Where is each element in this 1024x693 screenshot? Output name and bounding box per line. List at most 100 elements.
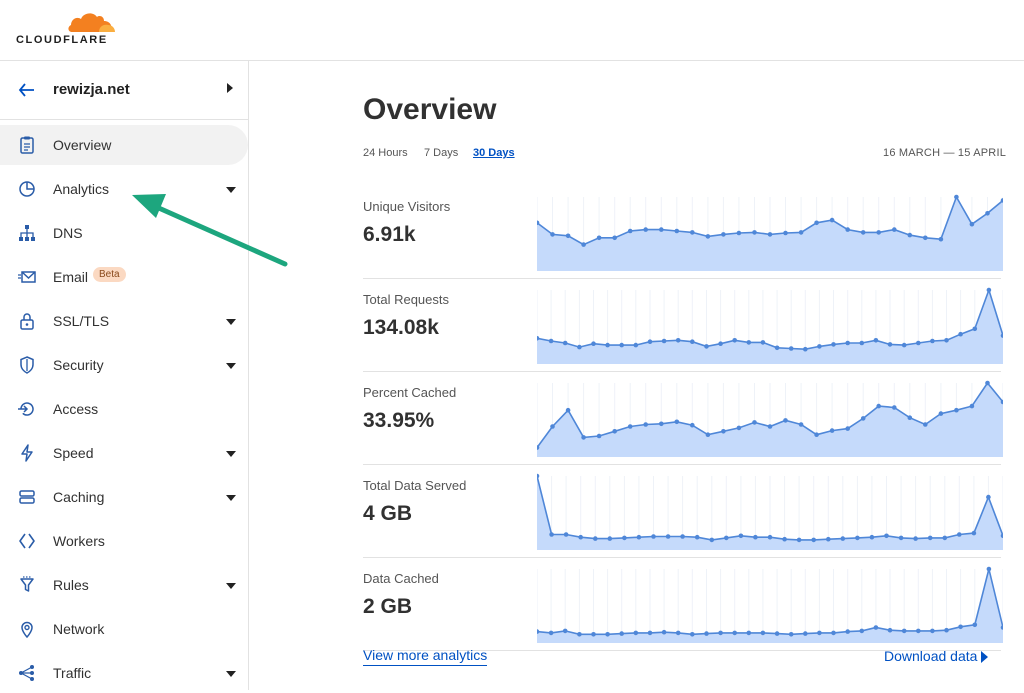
sidebar-item-label: Workers xyxy=(53,533,105,549)
sidebar-item-security[interactable]: Security xyxy=(0,345,248,385)
spark-point xyxy=(690,632,695,637)
sidebar-item-label: DNS xyxy=(53,225,83,241)
domain-selector[interactable]: rewizja.net xyxy=(0,61,248,120)
sidebar-item-traffic[interactable]: Traffic xyxy=(0,653,248,693)
spark-point xyxy=(954,407,959,413)
spark-point xyxy=(675,630,681,636)
lock-icon xyxy=(20,313,34,330)
chevron-down-icon[interactable] xyxy=(226,495,236,501)
spark-point xyxy=(767,534,773,540)
spark-point xyxy=(923,422,928,427)
spark-point xyxy=(612,429,617,434)
spark-point xyxy=(690,339,695,344)
spark-point xyxy=(694,534,700,540)
metric-value: 134.08k xyxy=(363,316,439,339)
chevron-down-icon[interactable] xyxy=(226,451,236,457)
sidebar-item-rules[interactable]: Rules xyxy=(0,565,248,605)
spark-point xyxy=(581,242,586,247)
sidebar-item-label: Security xyxy=(53,357,104,373)
chevron-down-icon[interactable] xyxy=(226,363,236,369)
range-7-days[interactable]: 7 Days xyxy=(424,147,458,159)
spark-point xyxy=(591,632,596,637)
filter-icon xyxy=(20,576,34,592)
metric-total-data-served[interactable]: Total Data Served 4 GB xyxy=(363,464,1003,558)
spark-point xyxy=(760,630,766,636)
spark-point xyxy=(817,344,822,349)
pie-chart-icon xyxy=(19,181,35,197)
sidebar-item-label: Speed xyxy=(53,445,94,461)
play-arrow-icon[interactable] xyxy=(981,651,988,663)
sidebar-item-analytics[interactable]: Analytics xyxy=(0,169,248,209)
back-arrow-icon[interactable] xyxy=(17,80,37,100)
domain-name: rewizja.net xyxy=(53,81,130,98)
spark-point xyxy=(746,630,752,636)
sidebar-item-label: Access xyxy=(53,401,99,417)
sidebar-item-label: Analytics xyxy=(53,181,110,197)
download-data-link[interactable]: Download data xyxy=(884,648,977,664)
sparkline-chart[interactable] xyxy=(537,284,1003,364)
chevron-down-icon[interactable] xyxy=(226,187,236,193)
sidebar-item-label: Caching xyxy=(53,489,105,505)
spark-point xyxy=(596,235,602,241)
metric-percent-cached[interactable]: Percent Cached 33.95% xyxy=(363,371,1003,465)
sidebar: rewizja.net Overview Analytics DNS Email Bet… xyxy=(0,61,249,690)
chevron-down-icon[interactable] xyxy=(226,319,236,325)
spark-point xyxy=(593,536,598,541)
spark-point xyxy=(814,220,819,226)
spark-point xyxy=(860,230,866,235)
sparkline-chart[interactable] xyxy=(537,377,1003,457)
sparkline-chart[interactable] xyxy=(537,563,1003,643)
spark-point xyxy=(954,194,959,200)
sparkline-chart[interactable] xyxy=(537,470,1003,550)
spark-point xyxy=(876,403,881,409)
sidebar-item-workers[interactable]: Workers xyxy=(0,521,248,561)
view-more-analytics-link[interactable]: View more analytics xyxy=(363,647,488,666)
sidebar-item-ssl-tls[interactable]: SSL/TLS xyxy=(0,301,248,341)
caret-right-icon[interactable] xyxy=(227,83,233,93)
spark-point xyxy=(705,234,711,239)
spark-point xyxy=(767,424,773,429)
sparkline-chart[interactable] xyxy=(537,191,1003,271)
sidebar-item-label: Traffic xyxy=(53,665,92,681)
spark-point xyxy=(783,230,788,236)
sidebar-item-speed[interactable]: Speed xyxy=(0,433,248,473)
spark-point xyxy=(627,424,633,429)
sidebar-item-access[interactable]: Access xyxy=(0,389,248,429)
spark-point xyxy=(898,535,904,541)
spark-point xyxy=(704,344,709,349)
chevron-down-icon[interactable] xyxy=(226,671,236,677)
spark-point xyxy=(958,331,963,337)
sidebar-item-dns[interactable]: DNS xyxy=(0,213,248,253)
spark-point xyxy=(736,425,742,431)
spark-point xyxy=(811,537,816,543)
metric-data-cached[interactable]: Data Cached 2 GB xyxy=(363,557,1003,651)
spark-point xyxy=(985,211,990,216)
cloudflare-logo[interactable]: CLOUDFLARE xyxy=(14,10,124,50)
metric-value: 4 GB xyxy=(363,502,413,525)
metric-label: Unique Visitors xyxy=(363,199,451,214)
sidebar-item-caching[interactable]: Caching xyxy=(0,477,248,517)
spark-point xyxy=(736,230,742,236)
sidebar-item-network[interactable]: Network xyxy=(0,609,248,649)
spark-point xyxy=(884,533,889,539)
spark-point xyxy=(892,227,897,232)
metric-total-requests[interactable]: Total Requests 134.08k xyxy=(363,278,1003,372)
envelope-icon xyxy=(18,271,36,283)
spark-point xyxy=(859,628,865,634)
spark-point xyxy=(901,342,907,348)
metric-unique-visitors[interactable]: Unique Visitors 6.91k xyxy=(363,185,1003,279)
spark-point xyxy=(901,628,907,634)
spark-point xyxy=(826,536,831,542)
spark-point xyxy=(643,422,648,427)
spark-point xyxy=(724,535,729,541)
range-30-days[interactable]: 30 Days xyxy=(473,147,515,159)
sidebar-item-label: SSL/TLS xyxy=(53,313,110,329)
spark-point xyxy=(803,631,808,636)
range-24-hours[interactable]: 24 Hours xyxy=(363,147,408,159)
spark-point xyxy=(647,339,653,344)
chevron-down-icon[interactable] xyxy=(226,583,236,589)
sidebar-item-email[interactable]: Email Beta xyxy=(0,257,248,297)
sidebar-item-overview[interactable]: Overview xyxy=(0,125,248,165)
spark-point xyxy=(674,419,680,425)
spark-point xyxy=(958,624,963,630)
